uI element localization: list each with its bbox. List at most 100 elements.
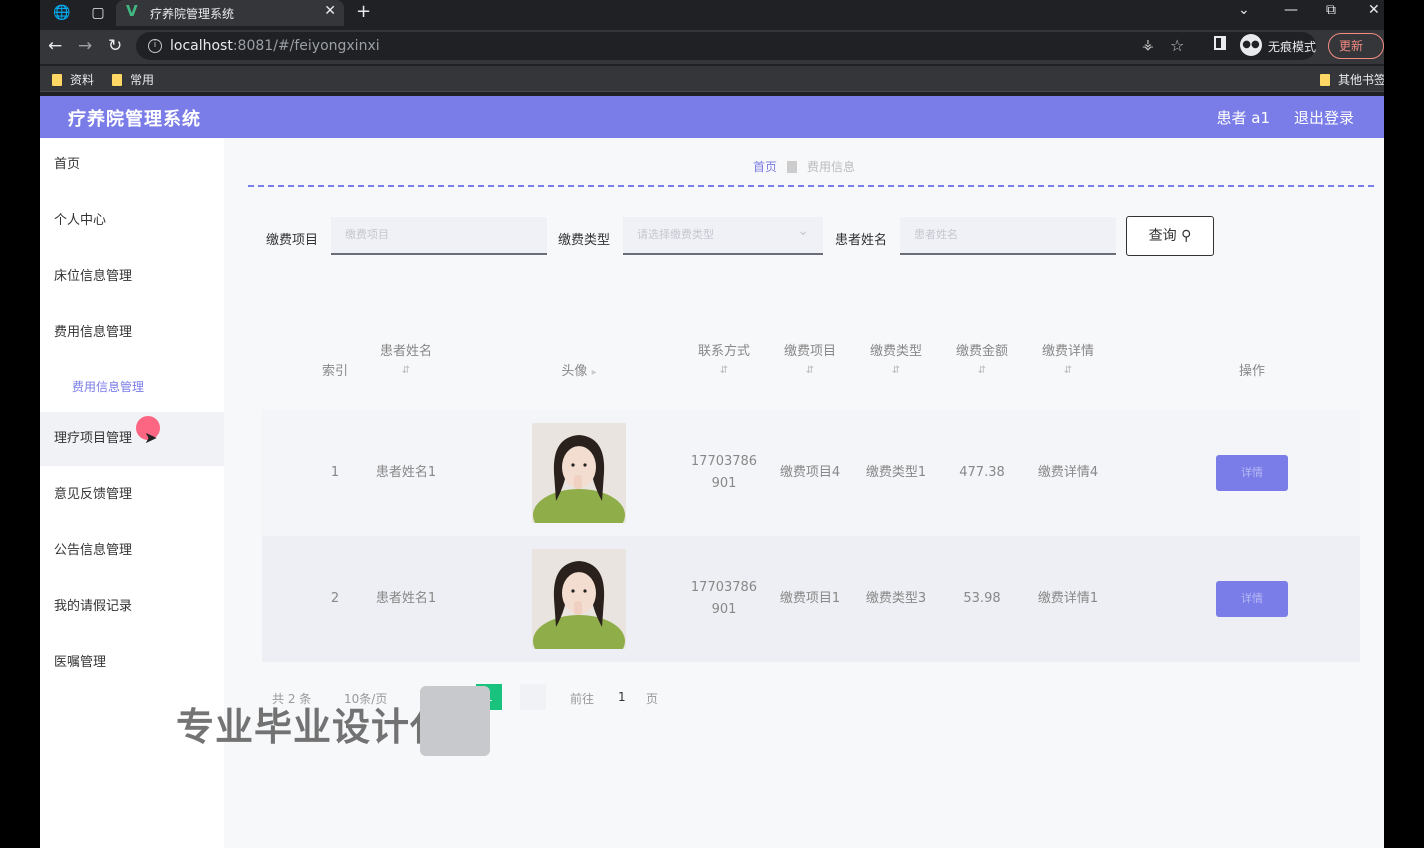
cell-name: 患者姓名1 [375, 591, 437, 606]
table-header-amount[interactable]: 缴费金额 ⇵ [938, 340, 1026, 376]
bookmark-star-icon[interactable]: ☆ [1170, 36, 1184, 55]
search-icon: ⚲ [1181, 228, 1192, 244]
sidebar-subitem-fees[interactable]: 费用信息管理 [72, 378, 144, 395]
goto-label: 前往 [570, 692, 595, 706]
browser-window: 🌐 ▢ V 疗养院管理系统 ✕ + ⌄ — ⧉ ✕ ← → ↻ i localh… [40, 0, 1384, 848]
sidebar-item-therapy[interactable]: 理疗项目管理 [40, 412, 224, 466]
update-button[interactable]: 更新 [1328, 33, 1384, 59]
cell-amount: 53.98 [963, 591, 1001, 606]
search-label-item: 缴费项目 [266, 233, 319, 248]
tab-bar: 🌐 ▢ V 疗养院管理系统 ✕ + ⌄ — ⧉ ✕ [40, 0, 1384, 26]
tab-search-icon[interactable]: ▢ [88, 3, 108, 23]
query-button[interactable]: 查询 ⚲ [1126, 216, 1214, 256]
avatar [532, 423, 626, 523]
globe-icon[interactable]: 🌐 [52, 3, 72, 23]
tab-title: 疗养院管理系统 [150, 7, 235, 21]
bookmark-folder[interactable]: 常用 [112, 71, 154, 88]
sidebar-item-orders[interactable]: 医嘱管理 [40, 636, 224, 690]
restore-icon[interactable]: ⧉ [1326, 2, 1336, 18]
search-label-type: 缴费类型 [558, 233, 611, 248]
url-text[interactable]: localhost:8081/#/feiyongxinxi [170, 38, 380, 54]
sort-icon[interactable]: ⇵ [938, 365, 1026, 376]
cell-detail: 缴费详情1 [1037, 591, 1099, 606]
table-header-actions: 操作 [1238, 364, 1265, 379]
goto-page-input[interactable]: 1 [618, 690, 626, 704]
table-header-item[interactable]: 缴费项目 ⇵ [766, 340, 854, 376]
current-user: 患者 a1 [1216, 109, 1270, 127]
sidebar-item-fees[interactable]: 费用信息管理 [40, 306, 224, 360]
cell-avatar [524, 410, 634, 536]
search-item-input[interactable]: 缴费项目 [331, 217, 547, 255]
bookmark-folder[interactable]: 资料 [52, 71, 94, 88]
incognito-label: 无痕模式 [1268, 40, 1317, 54]
cell-actions: 详情 [1202, 410, 1302, 536]
reload-icon[interactable]: ↻ [108, 36, 122, 56]
cell-avatar [524, 536, 634, 662]
mouse-cursor-icon: ➤ [144, 428, 158, 447]
cell-amount: 477.38 [959, 465, 1005, 480]
new-tab-icon[interactable]: + [356, 1, 371, 22]
table-header-detail[interactable]: 缴费详情 ⇵ [1024, 340, 1112, 376]
app-header: 疗养院管理系统 患者 a1 退出登录 [40, 96, 1384, 138]
table-row: 2 患者姓名1 17703786 901 缴费项目1 缴费类型3 53.98 缴… [262, 536, 1360, 662]
table-header-name[interactable]: 患者姓名 ⇵ [366, 340, 446, 376]
chevron-down-icon[interactable]: ⌄ [1238, 2, 1250, 18]
folder-icon [52, 74, 62, 86]
forward-arrow-icon[interactable]: → [78, 36, 92, 56]
sort-icon[interactable]: ⇵ [366, 365, 446, 376]
sort-icon[interactable]: ⇵ [766, 365, 854, 376]
logout-link[interactable]: 退出登录 [1294, 107, 1354, 128]
cell-detail: 缴费详情4 [1037, 465, 1099, 480]
sidebar-item-feedback[interactable]: 意见反馈管理 [40, 468, 224, 522]
incognito-icon[interactable]: ●● [1240, 34, 1262, 56]
key-icon[interactable]: ⚶ [1142, 37, 1154, 53]
browser-toolbar: ← → ↻ i localhost:8081/#/feiyongxinxi ⚶ … [40, 30, 1384, 64]
search-name-input[interactable]: 患者姓名 [900, 217, 1116, 255]
cell-phone: 17703786 901 [690, 454, 758, 491]
search-label-name: 患者姓名 [835, 233, 888, 248]
cell-index: 2 [330, 591, 340, 606]
window-close-icon[interactable]: ✕ [1368, 2, 1380, 18]
table-header-phone[interactable]: 联系方式 ⇵ [680, 340, 768, 376]
details-button[interactable]: 详情 [1216, 581, 1288, 617]
side-panel-icon[interactable] [1214, 36, 1226, 50]
cell-phone: 17703786 901 [690, 580, 758, 617]
sidebar-item-profile[interactable]: 个人中心 [40, 194, 224, 248]
cell-actions: 详情 [1202, 536, 1302, 662]
folder-icon [1320, 74, 1330, 86]
page-unit-label: 页 [646, 692, 659, 706]
close-icon[interactable]: ✕ [324, 3, 336, 19]
other-bookmarks[interactable]: 其他书签 [1320, 71, 1384, 88]
address-bar[interactable]: i localhost:8081/#/feiyongxinxi ⚶ ☆ [136, 32, 1316, 60]
bookmarks-bar: 资料 常用 其他书签 [40, 66, 1384, 92]
site-info-icon[interactable]: i [148, 39, 162, 53]
divider [248, 185, 1374, 187]
back-arrow-icon[interactable]: ← [48, 36, 62, 56]
breadcrumb-current: 费用信息 [807, 160, 856, 174]
screen-border-left [0, 0, 40, 848]
sidebar-item-home[interactable]: 首页 [40, 138, 224, 192]
table-header-avatar: 头像 ▸ [561, 364, 597, 379]
table-header-type[interactable]: 缴费类型 ⇵ [852, 340, 940, 376]
cell-type: 缴费类型3 [865, 591, 927, 606]
sort-icon[interactable]: ⇵ [680, 365, 768, 376]
cell-name: 患者姓名1 [375, 465, 437, 480]
vue-logo-icon: V [126, 2, 138, 20]
sidebar-item-leave[interactable]: 我的请假记录 [40, 580, 224, 634]
sort-icon[interactable]: ⇵ [852, 365, 940, 376]
details-button[interactable]: 详情 [1216, 455, 1288, 491]
browser-tab[interactable]: V 疗养院管理系统 ✕ [116, 0, 344, 26]
sort-icon[interactable]: ⇵ [1024, 365, 1112, 376]
cell-type: 缴费类型1 [865, 465, 927, 480]
sidebar-item-notices[interactable]: 公告信息管理 [40, 524, 224, 578]
sidebar-item-beds[interactable]: 床位信息管理 [40, 250, 224, 304]
breadcrumb-home[interactable]: 首页 [753, 160, 777, 174]
minimize-icon[interactable]: — [1284, 2, 1298, 18]
cell-item: 缴费项目1 [779, 591, 841, 606]
search-type-select[interactable]: 请选择缴费类型 [623, 217, 823, 255]
next-page-button[interactable] [520, 684, 546, 710]
search-form: 缴费项目 缴费项目 缴费类型 请选择缴费类型 患者姓名 患者姓名 查询 ⚲ [224, 216, 1384, 258]
screen-border-right [1384, 0, 1424, 848]
avatar [532, 549, 626, 649]
cell-item: 缴费项目4 [779, 465, 841, 480]
